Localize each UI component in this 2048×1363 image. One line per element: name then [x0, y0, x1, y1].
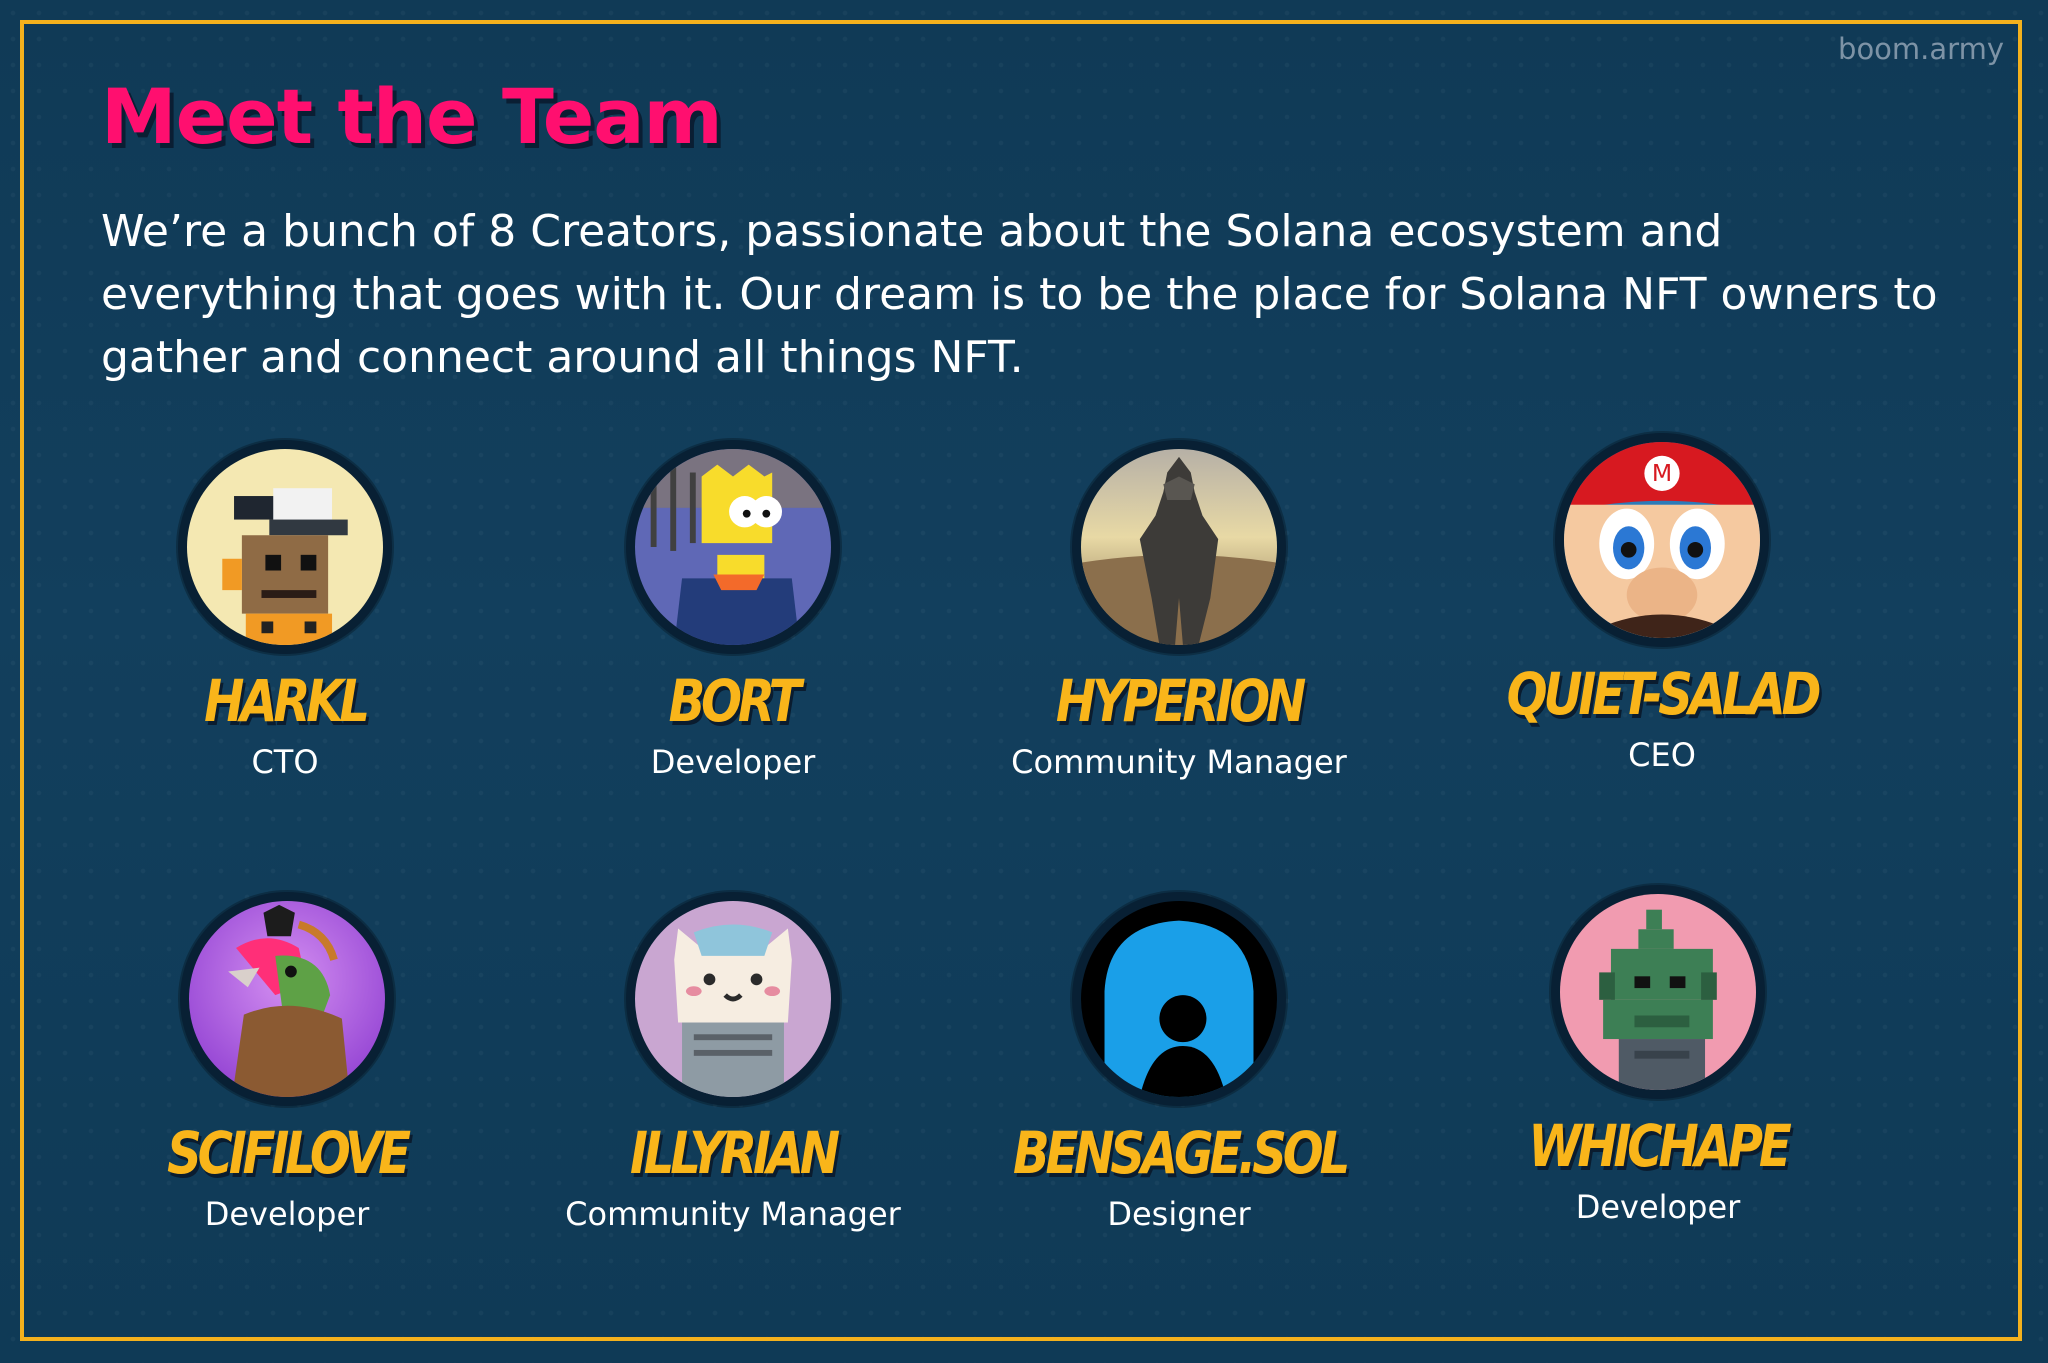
member-avatar [1551, 885, 1765, 1099]
member-avatar [1072, 440, 1286, 654]
member-role: Community Manager [565, 1195, 901, 1233]
team-member-card: WHICHAPE Developer [1458, 885, 1858, 1227]
member-role: Designer [1107, 1195, 1251, 1233]
team-member-card: ILLYRIAN Community Manager [533, 892, 933, 1234]
team-member-card: M QUIET-SALAD CEO [1462, 433, 1862, 775]
member-name: QUIET-SALAD [1506, 660, 1822, 728]
member-name: BORT [668, 667, 802, 735]
member-avatar: M [1555, 433, 1769, 647]
member-role: CTO [251, 743, 319, 781]
member-role: Developer [204, 1195, 370, 1233]
team-member-card: SCIFILOVE Developer [87, 892, 487, 1234]
brand-watermark: boom.army [1838, 32, 2004, 66]
cartoon-kid-avatar-icon [635, 449, 831, 645]
member-role: Developer [1575, 1188, 1741, 1226]
team-member-card: BENSAGE.SOL Designer [979, 892, 1379, 1234]
rooster-dragon-avatar-icon [189, 901, 385, 1097]
member-name: HARKL [204, 667, 370, 735]
member-name: ILLYRIAN [630, 1119, 840, 1187]
member-role: CEO [1628, 736, 1696, 774]
member-avatar [178, 440, 392, 654]
member-name: SCIFILOVE [167, 1119, 411, 1187]
silhouette-avatar-icon [1081, 901, 1277, 1097]
pixel-ape-avatar-icon [1560, 894, 1756, 1090]
member-name: HYPERION [1055, 667, 1306, 735]
armored-knight-avatar-icon [1081, 449, 1277, 645]
member-avatar [180, 892, 394, 1106]
member-name: BENSAGE.SOL [1013, 1119, 1350, 1187]
member-avatar [626, 440, 840, 654]
red-cap-plumber-avatar-icon: M [1564, 442, 1760, 638]
team-member-card: BORT Developer [533, 440, 933, 782]
member-role: Community Manager [1011, 743, 1347, 781]
cat-avatar-icon [635, 901, 831, 1097]
member-role: Developer [650, 743, 816, 781]
page-title: Meet the Team [101, 72, 723, 161]
team-page: boom.army Meet the Team We’re a bunch of… [0, 0, 2048, 1363]
team-member-card: HYPERION Community Manager [979, 440, 1379, 782]
svg-text:M: M [1652, 459, 1672, 487]
team-member-card: HARKL CTO [85, 440, 485, 782]
member-avatar [1072, 892, 1286, 1106]
team-intro: We’re a bunch of 8 Creators, passionate … [101, 206, 1938, 383]
pixel-cap-avatar-icon [187, 449, 383, 645]
member-avatar [626, 892, 840, 1106]
member-name: WHICHAPE [1528, 1112, 1791, 1180]
